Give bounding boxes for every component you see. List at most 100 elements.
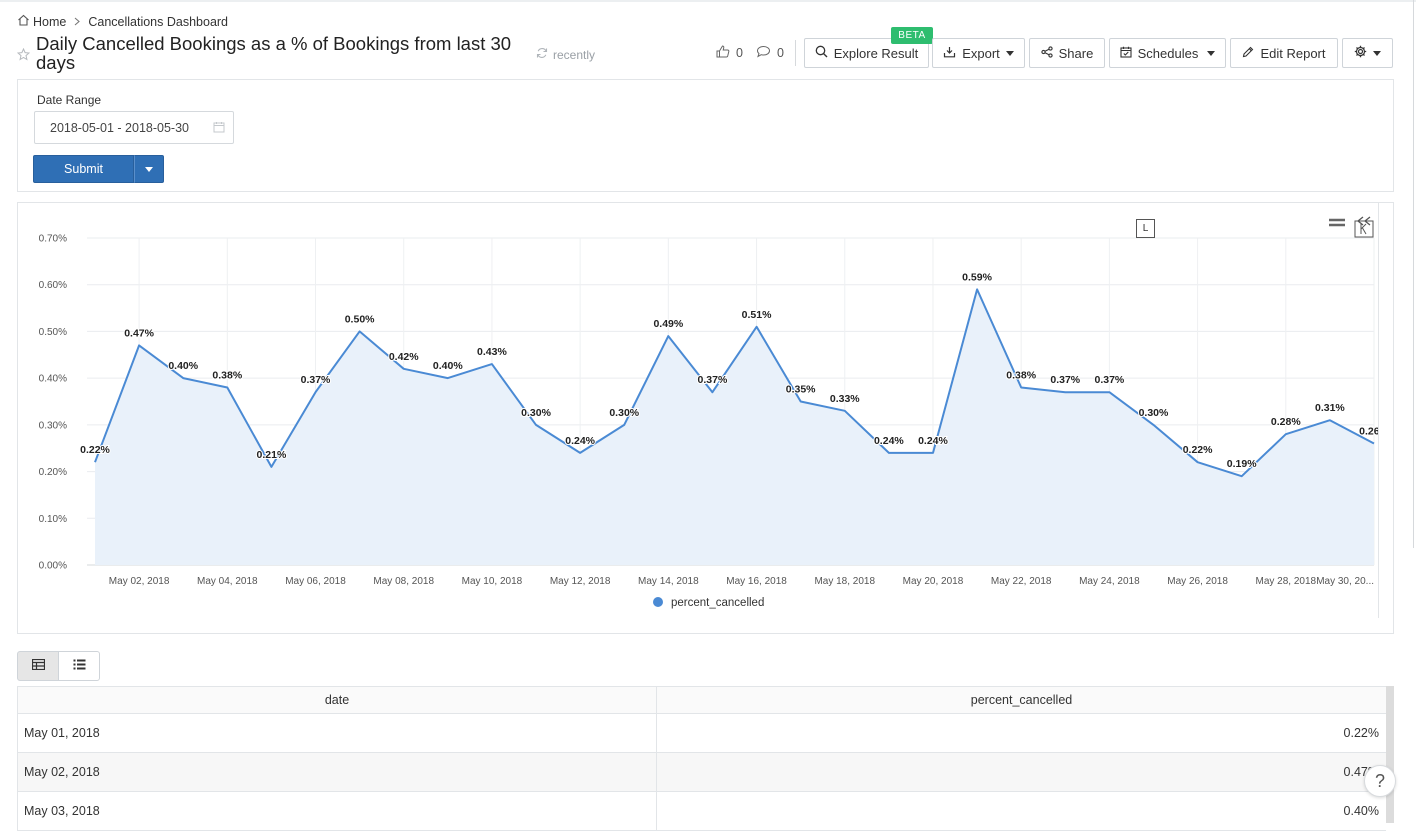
- data-label: 0.51%: [742, 309, 772, 321]
- data-label: 0.33%: [830, 393, 860, 405]
- submit-options-dropdown[interactable]: [134, 155, 164, 183]
- data-label: 0.43%: [477, 346, 507, 358]
- table-cell-value: 0.22%: [1343, 726, 1379, 740]
- schedules-dropdown[interactable]: Schedules: [1109, 38, 1226, 68]
- breadcrumb-home-link[interactable]: Home: [17, 14, 66, 29]
- data-label: 0.28%: [1271, 416, 1301, 428]
- y-tick-label: 0.30%: [39, 420, 67, 431]
- x-tick-label: May 08, 2018: [373, 576, 434, 587]
- y-tick-label: 0.20%: [39, 467, 67, 478]
- chevron-down-icon: [1207, 50, 1216, 56]
- x-tick-label: May 02, 2018: [109, 576, 170, 587]
- share-button[interactable]: Share: [1029, 38, 1105, 68]
- data-label: 0.49%: [653, 318, 683, 330]
- comment-count: 0: [777, 46, 784, 60]
- chart-tool-l-button[interactable]: L: [1136, 219, 1155, 238]
- data-label: 0.50%: [345, 313, 375, 325]
- data-label: 0.38%: [212, 369, 242, 381]
- list-view-button[interactable]: [58, 651, 100, 681]
- data-label: 0.37%: [698, 374, 728, 386]
- thumbs-up-icon: [716, 45, 730, 61]
- table-cell-date: May 03, 2018: [18, 792, 657, 830]
- line-chart: 0.00% 0.10% 0.20% 0.30% 0.40% 0.50% 0.60% 0.70%…: [39, 234, 1378, 610]
- explore-result-label: Explore Result: [833, 45, 919, 61]
- home-icon: [17, 14, 30, 29]
- data-label: 0.24%: [874, 435, 904, 447]
- share-label: Share: [1058, 45, 1094, 61]
- y-tick-label: 0.50%: [39, 327, 67, 338]
- pencil-icon: [1242, 46, 1254, 61]
- chart-menu-icon[interactable]: [1328, 217, 1346, 231]
- last-updated[interactable]: recently: [536, 47, 595, 62]
- list-icon: [73, 659, 86, 673]
- x-tick-label: May 16, 2018: [726, 576, 787, 587]
- chart-collapse-icon[interactable]: [1354, 215, 1374, 241]
- submit-button[interactable]: Submit: [33, 155, 134, 183]
- data-label: 0.37%: [1050, 374, 1080, 386]
- breadcrumb: Home Cancellations Dashboard: [17, 14, 228, 29]
- table-view-button[interactable]: [17, 651, 59, 681]
- data-label: 0.30%: [1139, 407, 1169, 419]
- data-label: 0.47%: [124, 327, 154, 339]
- gear-icon: [1354, 45, 1367, 61]
- data-label: 0.19%: [1227, 458, 1257, 470]
- data-label: 0.26%: [1359, 426, 1378, 438]
- like-button[interactable]: 0: [716, 45, 743, 61]
- settings-dropdown[interactable]: [1342, 38, 1393, 68]
- x-tick-label: May 12, 2018: [550, 576, 611, 587]
- table-row: May 02, 2018 0.47%: [18, 753, 1386, 792]
- favorite-star-icon[interactable]: [16, 47, 31, 64]
- data-label: 0.21%: [257, 449, 287, 461]
- x-tick-label: May 30, 20...: [1316, 576, 1374, 587]
- data-label: 0.24%: [565, 435, 595, 447]
- data-label: 0.42%: [389, 351, 419, 363]
- help-button[interactable]: ?: [1364, 765, 1396, 797]
- export-icon: [943, 46, 956, 61]
- column-header-date[interactable]: date: [18, 687, 657, 713]
- filter-panel: Date Range 2018-05-01 - 2018-05-30 Submi…: [17, 79, 1394, 192]
- data-label: 0.59%: [962, 271, 992, 283]
- comment-button[interactable]: 0: [756, 45, 784, 61]
- data-label: 0.24%: [918, 435, 948, 447]
- data-label: 0.22%: [1183, 444, 1213, 456]
- top-border: [0, 0, 1416, 2]
- export-dropdown[interactable]: Export: [932, 38, 1025, 68]
- table-cell-date: May 01, 2018: [18, 714, 657, 752]
- like-count: 0: [736, 46, 743, 60]
- data-label: 0.40%: [168, 360, 198, 372]
- column-header-percent-cancelled[interactable]: percent_cancelled: [657, 687, 1386, 713]
- x-tick-label: May 28, 2018: [1255, 576, 1316, 587]
- x-tick-label: May 06, 2018: [285, 576, 346, 587]
- x-tick-label: May 24, 2018: [1079, 576, 1140, 587]
- table-icon: [31, 658, 45, 673]
- data-label: 0.38%: [1006, 369, 1036, 381]
- chart-panel-divider: [1378, 203, 1379, 618]
- last-updated-label: recently: [553, 47, 596, 62]
- chevron-down-icon: [145, 166, 153, 172]
- refresh-icon: [536, 47, 548, 62]
- date-range-input[interactable]: 2018-05-01 - 2018-05-30: [34, 111, 234, 144]
- data-label: 0.37%: [1094, 374, 1124, 386]
- legend-label: percent_cancelled: [671, 597, 764, 609]
- date-range-label: Date Range: [37, 93, 102, 107]
- x-tick-label: May 14, 2018: [638, 576, 699, 587]
- calendar-check-icon: [1120, 46, 1132, 61]
- data-label: 0.22%: [80, 444, 110, 456]
- y-tick-label: 0.10%: [39, 514, 67, 525]
- y-tick-label: 0.00%: [39, 561, 67, 572]
- table-row: May 01, 2018 0.22%: [18, 714, 1386, 753]
- search-icon: [815, 45, 828, 61]
- page-scrollbar-edge: [1413, 0, 1414, 548]
- x-tick-label: May 18, 2018: [814, 576, 875, 587]
- x-tick-label: May 10, 2018: [462, 576, 523, 587]
- chart-panel: 0.00% 0.10% 0.20% 0.30% 0.40% 0.50% 0.60% 0.70%…: [17, 202, 1394, 634]
- y-tick-label: 0.40%: [39, 374, 67, 385]
- area-fill: [95, 289, 1374, 565]
- toolbar-divider: [795, 40, 796, 66]
- edit-report-button[interactable]: Edit Report: [1230, 38, 1338, 68]
- y-tick-label: 0.70%: [39, 234, 67, 245]
- breadcrumb-current-link[interactable]: Cancellations Dashboard: [88, 15, 228, 29]
- table-scrollbar[interactable]: [1386, 686, 1394, 823]
- share-icon: [1040, 45, 1053, 61]
- chevron-down-icon: [1373, 50, 1381, 56]
